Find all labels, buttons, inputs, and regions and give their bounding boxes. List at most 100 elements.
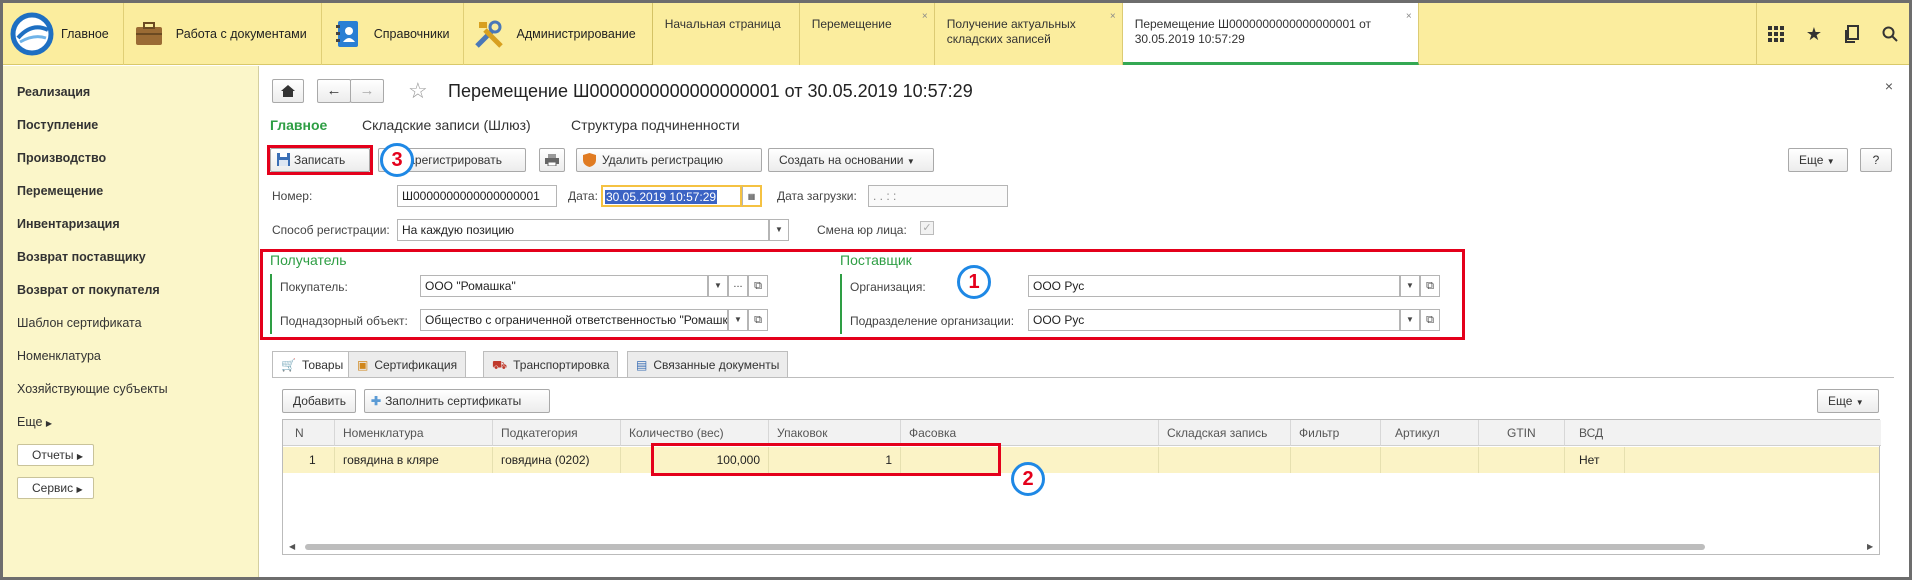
date-field[interactable]: 30.05.2019 10:57:29 <box>601 185 742 207</box>
subtab-structure[interactable]: Структура подчиненности <box>571 117 740 133</box>
section-references[interactable]: Справочники <box>322 3 465 65</box>
tab-label: 30.05.2019 10:57:29 <box>1134 32 1245 46</box>
section-documents[interactable]: Работа с документами <box>124 3 322 65</box>
top-section-bar: Главное Работа с документами Справочники… <box>3 3 1909 65</box>
sidebar-item-return-supplier[interactable]: Возврат поставщику <box>17 250 146 264</box>
tab-receive-records[interactable]: × Получение актуальных складских записей <box>934 3 1123 65</box>
tab-goods-label: Товары <box>301 358 344 372</box>
col-header-nomenclature[interactable]: Номенклатура <box>335 420 493 446</box>
load-date-field[interactable]: . . : : <box>868 185 1008 207</box>
sidebar-item-inventory[interactable]: Инвентаризация <box>17 217 120 231</box>
subtab-main[interactable]: Главное <box>270 117 327 133</box>
search-icon[interactable] <box>1871 3 1909 65</box>
close-form-icon[interactable]: × <box>1885 78 1893 94</box>
home-icon <box>281 85 295 97</box>
change-entity-checkbox[interactable]: ✓ <box>920 221 934 235</box>
fill-certificates-button[interactable]: ✚ Заполнить сертификаты <box>364 389 550 413</box>
tab-label: Перемещение <box>811 17 892 31</box>
col-header-warehouse-record[interactable]: Складская запись <box>1159 420 1291 446</box>
cell-filler <box>1625 447 1879 473</box>
back-button[interactable]: ← <box>317 79 351 103</box>
col-header-article[interactable]: Артикул <box>1381 420 1479 446</box>
sidebar-item-nomenclature[interactable]: Номенклатура <box>17 349 101 363</box>
registration-method-dropdown[interactable]: ▼ <box>769 219 789 241</box>
add-row-button[interactable]: Добавить <box>282 389 356 413</box>
sidebar-item-more[interactable]: Еще ▶ <box>17 415 52 429</box>
cell-n: 1 <box>283 447 335 473</box>
plus-icon: ✚ <box>371 394 382 408</box>
reports-label: Отчеты <box>32 448 74 462</box>
col-header-gtin[interactable]: GTIN <box>1479 420 1565 446</box>
sidebar-item-cert-template[interactable]: Шаблон сертификата <box>17 316 142 330</box>
registration-method-label: Способ регистрации: <box>272 223 390 237</box>
sidebar-item-receipts[interactable]: Поступление <box>17 118 98 132</box>
col-header-vsd[interactable]: ВСД <box>1565 420 1625 446</box>
service-button[interactable]: Сервис ▶ <box>17 477 94 499</box>
section-references-label: Справочники <box>373 27 450 41</box>
delete-registration-button[interactable]: Удалить регистрацию <box>576 148 762 172</box>
col-header-filter[interactable]: Фильтр <box>1291 420 1381 446</box>
home-button[interactable] <box>272 79 304 103</box>
sidebar-item-transfer[interactable]: Перемещение <box>17 184 103 198</box>
close-icon[interactable]: × <box>1406 9 1412 24</box>
cell-nomenclature: говядина в кляре <box>335 447 493 473</box>
tab-certification[interactable]: ▣ Сертификация <box>348 351 467 377</box>
reports-button[interactable]: Отчеты ▶ <box>17 444 94 466</box>
tab-label: складских записей <box>946 32 1051 46</box>
print-button[interactable] <box>539 148 565 172</box>
help-button[interactable]: ? <box>1860 148 1892 172</box>
col-header-filler <box>1625 420 1881 446</box>
tab-transfer-doc[interactable]: × Перемещение Ш0000000000000000001 от 30… <box>1122 3 1419 65</box>
section-main[interactable]: Главное <box>61 3 124 65</box>
col-header-n[interactable]: N <box>283 420 335 446</box>
sidebar-item-return-customer[interactable]: Возврат от покупателя <box>17 283 160 297</box>
tab-transport[interactable]: ⛟ Транспортировка <box>483 351 619 377</box>
col-header-subcategory[interactable]: Подкатегория <box>493 420 621 446</box>
scroll-right-icon[interactable]: ▶ <box>1867 542 1875 551</box>
tab-label: Перемещение Ш0000000000000000001 от <box>1134 17 1372 31</box>
page-title: Перемещение Ш0000000000000000001 от 30.0… <box>448 81 973 101</box>
forward-button[interactable]: → <box>350 79 384 103</box>
calendar-button[interactable]: ▦ <box>742 185 762 207</box>
tab-divider <box>272 377 1894 378</box>
tab-transfer-list[interactable]: × Перемещение <box>799 3 935 65</box>
close-icon[interactable]: × <box>922 9 928 24</box>
scroll-left-icon[interactable]: ◀ <box>289 542 297 551</box>
tab-related-docs[interactable]: ▤ Связанные документы <box>627 351 789 377</box>
table-more-button[interactable]: Еще ▼ <box>1817 389 1879 413</box>
apps-grid-icon[interactable] <box>1757 3 1795 65</box>
close-icon[interactable]: × <box>1110 9 1116 24</box>
number-field[interactable]: Ш0000000000000000001 <box>397 185 557 207</box>
sidebar-item-production[interactable]: Производство <box>17 151 106 165</box>
delete-registration-label: Удалить регистрацию <box>602 153 723 167</box>
calendar-icon: ▦ <box>747 192 756 201</box>
subtab-warehouse-records[interactable]: Складские записи (Шлюз) <box>362 117 531 133</box>
star-icon[interactable]: ★ <box>1795 3 1833 65</box>
open-tabs: Начальная страница × Перемещение × Получ… <box>651 3 1419 65</box>
more-button[interactable]: Еще ▼ <box>1788 148 1848 172</box>
tab-related-docs-label: Связанные документы <box>653 357 780 372</box>
tab-start-page[interactable]: Начальная страница <box>652 3 800 65</box>
cell-vsd: Нет <box>1565 447 1625 473</box>
triangle-right-icon: ▶ <box>45 419 53 428</box>
tab-goods[interactable]: 🛒 Товары <box>272 351 353 378</box>
section-admin[interactable]: Администрирование <box>464 3 649 65</box>
cell-filter <box>1291 447 1381 473</box>
annotation-badge-3: 3 <box>380 143 414 177</box>
table-more-label: Еще <box>1828 394 1853 408</box>
highlight-parties <box>260 249 1465 340</box>
logo-icon[interactable] <box>3 3 61 65</box>
registration-method-select[interactable]: На каждую позицию <box>397 219 769 241</box>
briefcase-icon <box>132 17 166 51</box>
create-based-on-button[interactable]: Создать на основании ▼ <box>768 148 934 172</box>
highlight-save <box>267 145 373 175</box>
address-book-icon <box>330 17 364 51</box>
certificate-icon: ▣ <box>357 357 369 372</box>
truck-icon: ⛟ <box>492 357 508 372</box>
service-label: Сервис <box>32 481 74 495</box>
sidebar-item-sales[interactable]: Реализация <box>17 85 90 99</box>
sidebar-item-entities[interactable]: Хозяйствующие субъекты <box>17 382 168 396</box>
star-outline-icon[interactable]: ☆ <box>408 78 428 104</box>
history-icon[interactable] <box>1833 3 1871 65</box>
horizontal-scrollbar[interactable] <box>305 544 1705 550</box>
